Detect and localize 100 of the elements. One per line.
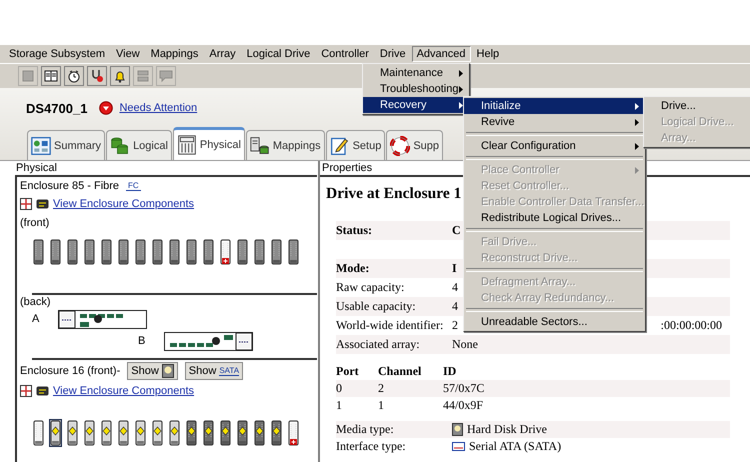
- property-label: Raw capacity:: [336, 280, 406, 295]
- show-button[interactable]: Show: [127, 362, 178, 380]
- fc-tag: FC: [126, 181, 141, 191]
- column-header: Port: [336, 364, 360, 379]
- tab[interactable]: Summary: [27, 130, 106, 160]
- property-value: :00:00:00:00: [660, 318, 722, 333]
- menu-item[interactable]: Maintenance: [363, 65, 469, 81]
- tab[interactable]: Logical: [106, 130, 172, 160]
- table-cell-text: 0: [336, 381, 343, 396]
- drive-slot[interactable]: [32, 238, 45, 266]
- menu-title[interactable]: Controller: [316, 46, 374, 62]
- show-button[interactable]: Show SATA: [184, 362, 244, 380]
- drive-slot[interactable]: [151, 419, 164, 447]
- menu-title[interactable]: Help: [472, 46, 504, 62]
- drive-slot[interactable]: [49, 238, 62, 266]
- chat-icon: [158, 68, 174, 84]
- drive-slot[interactable]: [185, 419, 198, 447]
- drive-slot[interactable]: [117, 238, 130, 266]
- drive-slot[interactable]: [134, 238, 147, 266]
- panel-title: Properties: [322, 162, 372, 174]
- menu-title[interactable]: Array: [204, 46, 241, 62]
- lifebuoy-icon: [390, 136, 410, 156]
- menu-title[interactable]: Logical Drive: [242, 46, 316, 62]
- drive-slot[interactable]: [49, 419, 62, 447]
- property-label: Interface type:: [336, 439, 407, 454]
- tab[interactable]: Mappings: [246, 130, 325, 160]
- drive-slot[interactable]: [168, 419, 181, 447]
- drive-slot[interactable]: [185, 238, 198, 266]
- enclosure-link[interactable]: View Enclosure Components: [53, 384, 194, 396]
- menu-item[interactable]: Drive...: [644, 98, 750, 114]
- drive-slot[interactable]: [287, 238, 300, 266]
- menu-title[interactable]: Drive: [374, 46, 411, 62]
- panel-title: Physical: [16, 162, 57, 174]
- enclosure-link[interactable]: View Enclosure Components: [53, 198, 194, 210]
- submenu-arrow-icon: [459, 86, 463, 92]
- dashboard-icon: [31, 136, 51, 156]
- toolbar-button[interactable]: [87, 66, 107, 86]
- menu-item[interactable]: Unreadable Sectors...: [464, 314, 645, 330]
- controller-label: B: [138, 335, 146, 347]
- drive-slot[interactable]: [134, 419, 147, 447]
- view-label: (front): [20, 217, 50, 229]
- drive-slot[interactable]: [66, 419, 79, 447]
- drive-slot[interactable]: [236, 419, 249, 447]
- drive-slot[interactable]: [270, 238, 283, 266]
- drive-slot[interactable]: [270, 419, 283, 447]
- submenu-arrow-icon: [635, 102, 639, 110]
- property-value: None: [452, 337, 478, 352]
- toolbar-button[interactable]: [41, 66, 61, 86]
- alert-icon: [99, 101, 114, 115]
- drive-slot[interactable]: [100, 419, 113, 447]
- menu-item[interactable]: Initialize: [464, 98, 645, 114]
- drive-slot[interactable]: [253, 238, 266, 266]
- menu-item[interactable]: Clear Configuration: [464, 138, 645, 154]
- menu-title[interactable]: View: [111, 46, 145, 62]
- drive-slot[interactable]: [66, 238, 79, 266]
- tab[interactable]: Setup: [326, 130, 386, 160]
- menu-title[interactable]: Storage Subsystem: [4, 46, 110, 62]
- tab[interactable]: Physical: [172, 127, 245, 160]
- drive-slot[interactable]: [287, 419, 300, 447]
- controller-label: A: [32, 313, 40, 325]
- square-icon: [20, 68, 36, 84]
- menu-title[interactable]: Advanced: [412, 46, 471, 62]
- drive-slot[interactable]: [219, 419, 232, 447]
- table-cell-text: 57/0x7C: [443, 381, 486, 396]
- drive-slot[interactable]: [100, 238, 113, 266]
- host-map-icon: [250, 136, 270, 156]
- menu-title[interactable]: Mappings: [146, 46, 204, 62]
- property-value: 2: [452, 318, 458, 333]
- menu-item[interactable]: Revive: [464, 114, 645, 130]
- menu-item[interactable]: Troubleshooting: [363, 81, 469, 97]
- menu-item[interactable]: Redistribute Logical Drives...: [464, 210, 645, 226]
- cylinders-icon: [110, 136, 130, 156]
- drive-slot[interactable]: [202, 419, 215, 447]
- drive-slot[interactable]: [168, 238, 181, 266]
- property-label: Status:: [336, 223, 374, 238]
- drive-slot[interactable]: [219, 238, 232, 266]
- tab[interactable]: Supp: [386, 130, 444, 160]
- drive-icon: [452, 423, 463, 436]
- toolbar-button[interactable]: [64, 66, 84, 86]
- property-label: Media type:: [336, 422, 395, 437]
- drive-slot[interactable]: [202, 238, 215, 266]
- drive-slot[interactable]: [32, 419, 45, 447]
- drive-bay-icon: [176, 135, 197, 155]
- sata-icon: [452, 442, 465, 451]
- property-label: Usable capacity:: [336, 299, 417, 314]
- sata-tag: SATA: [219, 366, 240, 376]
- drive-slot[interactable]: [83, 238, 96, 266]
- status-link[interactable]: Needs Attention: [119, 102, 198, 114]
- property-value: I: [452, 261, 457, 276]
- drive-slot[interactable]: [151, 238, 164, 266]
- drive-slot[interactable]: [83, 419, 96, 447]
- enclosure-title: Enclosure 85 - Fibre: [20, 180, 120, 192]
- enclosure-title: Enclosure 16 (front)-: [20, 365, 120, 377]
- toolbar-button[interactable]: [110, 66, 130, 86]
- drive-icon: [162, 364, 174, 378]
- view-label: (back): [20, 296, 51, 308]
- drive-slot[interactable]: [117, 419, 130, 447]
- drive-slot[interactable]: [253, 419, 266, 447]
- drive-slot[interactable]: [236, 238, 249, 266]
- property-label: Mode:: [336, 261, 370, 276]
